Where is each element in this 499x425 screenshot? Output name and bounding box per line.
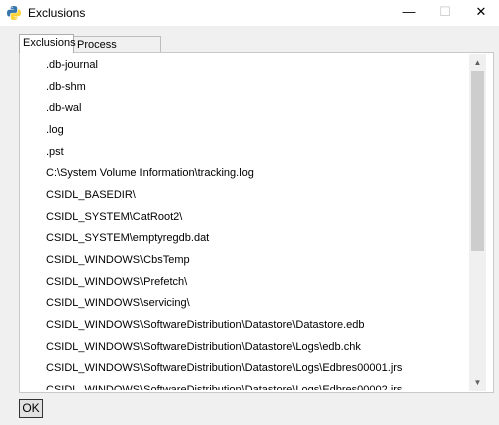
scroll-down-arrow-icon[interactable]: ▼	[469, 374, 486, 391]
tab-process-exclusions[interactable]: Process Exclusions	[73, 36, 161, 67]
tab-panel: .db-journal .db-shm .db-wal .log .pst C:…	[19, 52, 494, 393]
list-item[interactable]: .pst	[46, 142, 466, 164]
list-item[interactable]: CSIDL_BASEDIR\	[46, 185, 466, 207]
list-item[interactable]: CSIDL_WINDOWS\CbsTemp	[46, 250, 466, 272]
window-title: Exclusions	[28, 6, 86, 20]
tab-exclusions[interactable]: Exclusions	[19, 34, 76, 53]
close-button[interactable]: ✕	[463, 0, 499, 26]
list-item[interactable]: CSIDL_WINDOWS\SoftwareDistribution\Datas…	[46, 315, 466, 337]
list-item[interactable]: C:\System Volume Information\tracking.lo…	[46, 163, 466, 185]
list-item[interactable]: .db-shm	[46, 77, 466, 99]
exclusions-list[interactable]: .db-journal .db-shm .db-wal .log .pst C:…	[46, 55, 466, 390]
list-item[interactable]: .log	[46, 120, 466, 142]
scroll-thumb[interactable]	[471, 71, 484, 251]
list-item[interactable]: CSIDL_WINDOWS\servicing\	[46, 293, 466, 315]
maximize-button[interactable]: ☐	[427, 0, 463, 26]
list-item[interactable]: CSIDL_WINDOWS\Prefetch\	[46, 272, 466, 294]
scroll-up-arrow-icon[interactable]: ▲	[469, 54, 486, 71]
list-item[interactable]: CSIDL_SYSTEM\CatRoot2\	[46, 207, 466, 229]
list-item[interactable]: CSIDL_WINDOWS\SoftwareDistribution\Datas…	[46, 337, 466, 359]
vertical-scrollbar[interactable]: ▲ ▼	[469, 54, 486, 391]
minimize-button[interactable]: —	[391, 0, 427, 26]
list-item[interactable]: .db-wal	[46, 98, 466, 120]
list-item[interactable]: CSIDL_WINDOWS\SoftwareDistribution\Datas…	[46, 358, 466, 380]
list-item[interactable]: CSIDL_SYSTEM\emptyregdb.dat	[46, 228, 466, 250]
list-item[interactable]: CSIDL_WINDOWS\SoftwareDistribution\Datas…	[46, 380, 466, 390]
list-item[interactable]: .db-journal	[46, 55, 466, 77]
title-bar: Exclusions — ☐ ✕	[0, 0, 499, 26]
ok-button[interactable]: OK	[19, 399, 43, 418]
python-icon	[7, 6, 21, 20]
